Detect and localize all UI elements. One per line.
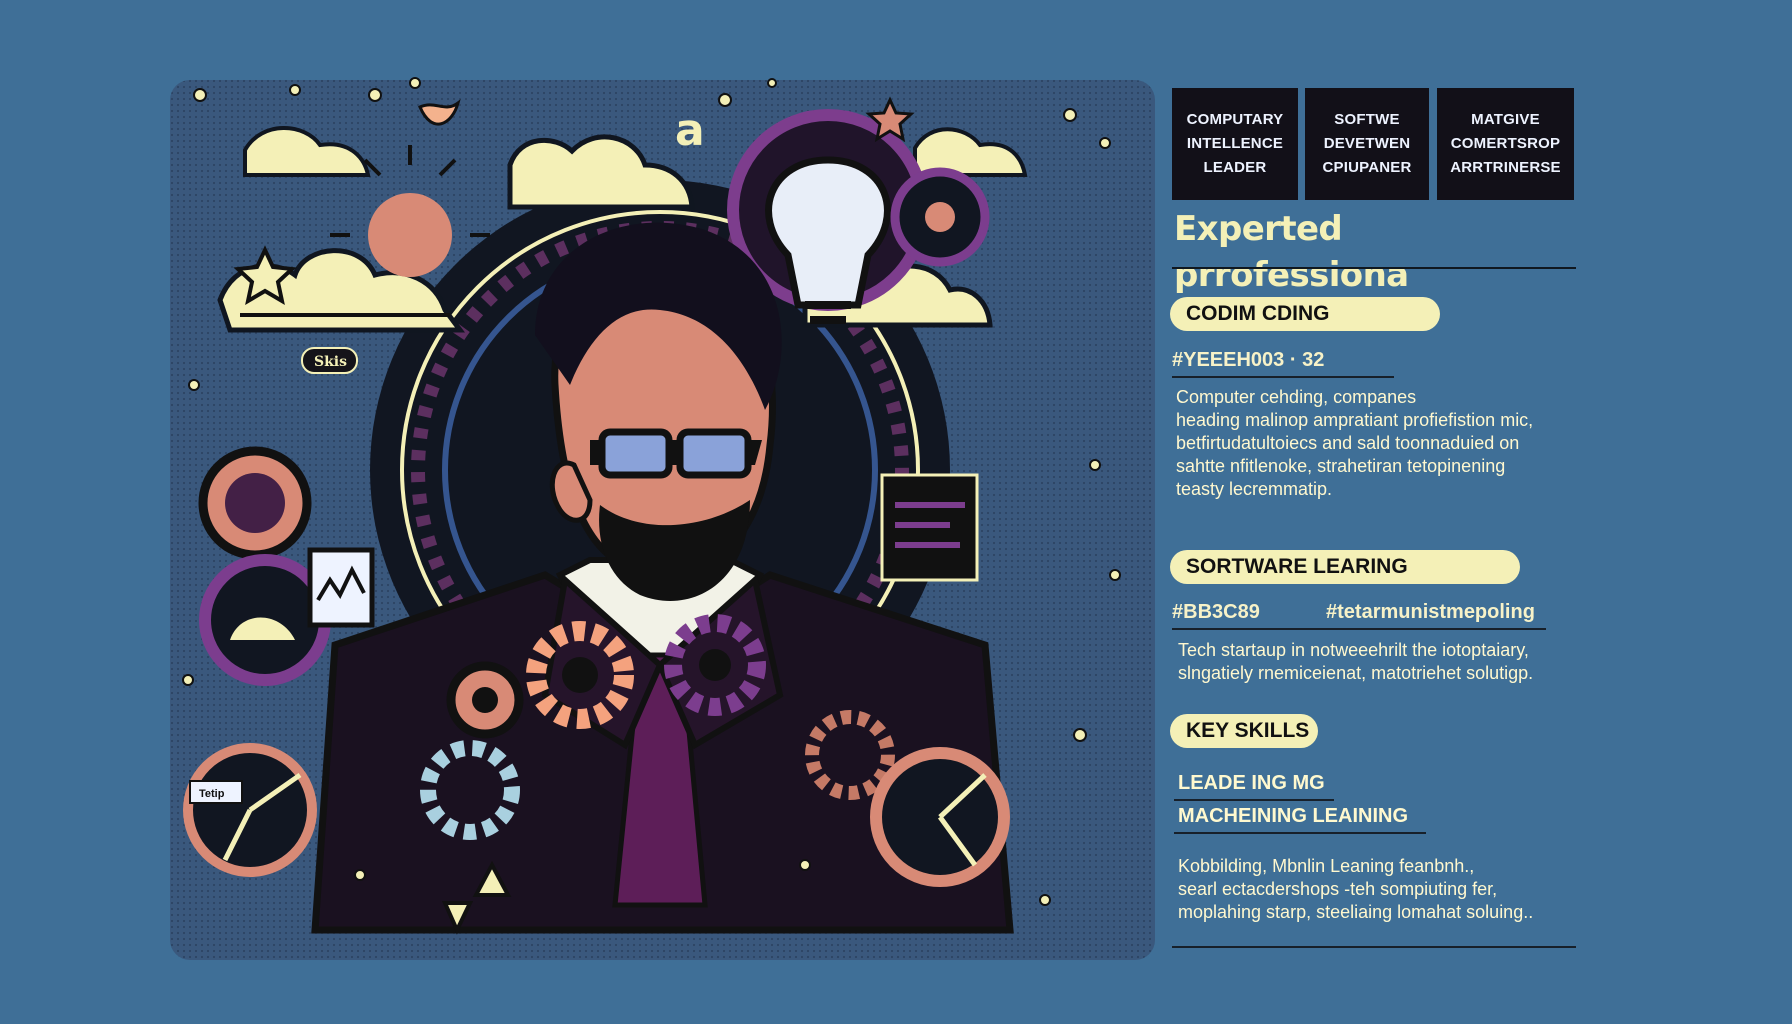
illustration-svg: Skis Tetip a <box>170 77 1155 960</box>
coding-paragraph-line: sahtte nfitlenoke, strahetiran tetopinen… <box>1176 456 1506 476</box>
summary-box-line: ARRTRINERSE <box>1450 159 1561 176</box>
right-circle-icon <box>890 167 990 267</box>
chart-icon <box>307 547 375 628</box>
skill-item: LEADE ING MG <box>1178 772 1325 794</box>
learning-section-title: SORTWARE LEARING <box>1170 550 1520 584</box>
coding-paragraph-line: teasty lecremmatip. <box>1176 479 1333 499</box>
headline-divider <box>1172 267 1576 269</box>
summary-box-line: COMERTSROP <box>1450 135 1561 152</box>
skills-paragraph-line: moplahing starp, steeliaing lomahat solu… <box>1178 902 1534 922</box>
summary-box-line: SOFTWE <box>1334 111 1400 128</box>
learning-paragraph-line: slngatiely rnemiceienat, matotriehet sol… <box>1178 663 1534 683</box>
summary-box-line: CPIUPANER <box>1322 159 1412 176</box>
summary-box: MATGIVE COMERTSROP ARRTRINERSE <box>1437 88 1574 200</box>
learning-code-left: #BB3C89 <box>1172 601 1260 623</box>
letter-mark: a <box>675 105 705 156</box>
skills-section-title: KEY SKILLS <box>1170 714 1318 748</box>
coding-paragraph-line: Computer cehding, companes <box>1176 387 1417 407</box>
screen-icon <box>880 473 979 582</box>
summary-box: COMPUTARY INTELLENCE LEADER <box>1172 88 1298 200</box>
left-circle-icon <box>183 743 317 877</box>
summary-box-line: DEVETWEN <box>1323 135 1411 152</box>
summary-box: SOFTWE DEVETWEN CPIUPANER <box>1305 88 1429 200</box>
svg-text:Tetip: Tetip <box>199 788 225 800</box>
summary-box-line: COMPUTARY <box>1186 111 1284 128</box>
skill-divider <box>1174 799 1334 801</box>
learning-code-right: #tetarmunistmepoling <box>1326 601 1535 623</box>
illustration: Skis Tetip a <box>170 55 1155 970</box>
right-circle-icon <box>870 747 1010 887</box>
coding-paragraph-line: heading malinop ampratiant profiefistion… <box>1176 410 1534 430</box>
headline: Experted prrofessiona <box>1174 209 1409 295</box>
skills-paragraph-line: Kobbilding, Mbnlin Leaning feanbnh., <box>1178 856 1475 876</box>
profile-panel: COMPUTARY INTELLENCE LEADER SOFTWE DEVET… <box>1160 80 1580 960</box>
skill-item: MACHEINING LEAINING <box>1178 805 1408 827</box>
left-circle-icon <box>199 554 331 686</box>
summary-box-line: INTELLENCE <box>1186 135 1284 152</box>
left-circle-icon <box>198 446 312 560</box>
coding-section-title: CODIM CDING <box>1170 297 1440 331</box>
coding-paragraph-line: betfirtudatultoiecs and sald toonnaduied… <box>1176 433 1520 453</box>
bottom-divider <box>1172 946 1576 948</box>
coding-code: #YEEEH003 · 32 <box>1172 349 1325 371</box>
summary-box-line: MATGIVE <box>1471 111 1540 128</box>
learning-paragraph-line: Tech startaup in notweeehrilt the iotopt… <box>1178 640 1529 660</box>
skis-tag: Skis <box>301 347 358 374</box>
skills-paragraph-line: searl ectacdershops -teh sompiuting fer, <box>1178 879 1498 899</box>
coding-divider <box>1172 376 1394 378</box>
svg-text:Skis: Skis <box>314 354 347 370</box>
learning-divider <box>1172 628 1546 630</box>
summary-box-line: LEADER <box>1203 159 1267 176</box>
skill-divider <box>1174 832 1426 834</box>
tiny-tag: Tetip <box>189 780 243 804</box>
